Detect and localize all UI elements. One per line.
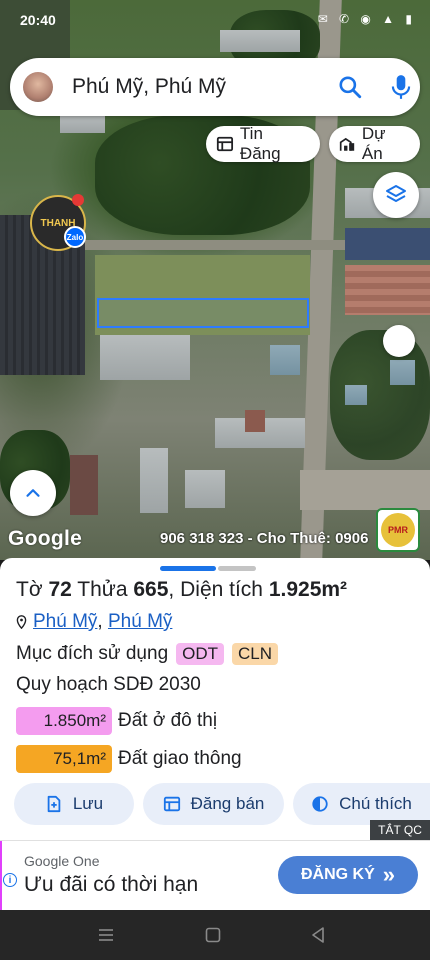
post-sale-button[interactable]: Đăng bán [143, 783, 284, 825]
system-nav-bar [0, 910, 430, 960]
expand-sheet-button[interactable] [10, 470, 56, 516]
back-icon[interactable] [308, 925, 328, 945]
microphone-icon[interactable] [388, 73, 414, 101]
purpose-tag-cln: CLN [232, 643, 279, 665]
projects-chip[interactable]: Dự Án [329, 124, 420, 163]
zone-row: 75,1m² Đất giao thông [16, 745, 242, 773]
zone-name: Đất giao thông [118, 748, 242, 769]
map-building [100, 335, 190, 380]
double-chevron-icon: » [382, 862, 396, 887]
land-use-purpose: Mục đích sử dụng ODT CLN [16, 643, 279, 665]
zone-name: Đất ở đô thị [118, 710, 218, 731]
location-pin-icon [16, 615, 27, 629]
listings-chip-label: Tin Đăng [239, 124, 281, 163]
ad-headline: Ưu đãi có thời hạn [24, 873, 199, 896]
sheet-handle[interactable] [218, 566, 256, 571]
projects-chip-label: Dự Án [361, 124, 386, 163]
ward-link[interactable]: Phú Mỹ [33, 611, 97, 632]
menu-icon[interactable] [96, 925, 116, 945]
parcel-title: Tờ 72 Thửa 665, Diện tích 1.925m² [16, 578, 348, 601]
building-icon [339, 137, 355, 151]
map-building [60, 115, 105, 133]
planning-title: Quy hoạch SDĐ 2030 [16, 674, 201, 695]
parcel-outline[interactable] [97, 298, 309, 328]
status-icons: ✉ ✆ ◉ ▲ ▮ [317, 12, 416, 26]
layers-button[interactable] [373, 172, 419, 218]
map-building [70, 455, 98, 515]
contrast-icon [312, 796, 328, 812]
map-building [270, 345, 300, 375]
zalo-icon[interactable]: Zalo [64, 226, 86, 248]
chevron-up-icon [26, 489, 40, 497]
listings-chip[interactable]: Tin Đăng [206, 124, 320, 163]
ad-signup-button[interactable]: ĐĂNG KÝ » [278, 856, 418, 894]
map-road [300, 470, 430, 510]
avatar[interactable] [23, 72, 53, 102]
map-building [345, 228, 430, 260]
listing-icon [216, 136, 234, 152]
zone-area: 75,1m² [16, 745, 112, 773]
save-file-icon [47, 795, 61, 813]
purpose-tag-odt: ODT [176, 643, 225, 665]
map-building [220, 30, 300, 52]
zone-row: 1.850m² Đất ở đô thị [16, 707, 217, 735]
map-scroll-handle[interactable] [383, 325, 415, 357]
google-attribution: Google [8, 527, 83, 550]
district-link[interactable]: Phú Mỹ [108, 611, 172, 632]
ad-banner[interactable]: i Google One Ưu đãi có thời hạn ĐĂNG KÝ … [0, 840, 430, 911]
legend-button[interactable]: Chú thích [293, 783, 430, 825]
map-building [390, 360, 415, 385]
map-building [185, 470, 225, 508]
map-building [345, 385, 367, 405]
map-building [245, 410, 265, 432]
search-bar[interactable]: Phú Mỹ, Phú Mỹ [10, 58, 420, 116]
ad-sponsor: Google One [24, 853, 100, 869]
app-screen: THANH Zalo Google 906 318 323 - Cho Thuê… [0, 0, 430, 960]
purpose-label: Mục đích sử dụng [16, 643, 169, 664]
ad-accent [0, 841, 2, 911]
status-time: 20:40 [20, 12, 56, 28]
zone-area: 1.850m² [16, 707, 112, 735]
ad-info-icon[interactable]: i [3, 873, 17, 887]
search-query[interactable]: Phú Mỹ, Phú Mỹ [72, 75, 226, 99]
listing-icon [163, 796, 180, 812]
status-bar: 20:40 ✉ ✆ ◉ ▲ ▮ [0, 8, 430, 32]
parcel-location: Phú Mỹ, Phú Mỹ [16, 611, 172, 633]
map-building [345, 265, 430, 315]
save-button[interactable]: Lưu [14, 783, 134, 825]
layers-icon [386, 185, 406, 202]
sheet-handle-active[interactable] [160, 566, 216, 571]
map-building [140, 448, 168, 513]
pmr-logo[interactable]: PMR [376, 508, 420, 552]
search-icon[interactable] [337, 74, 363, 100]
hide-ads-button[interactable]: TẮT QC [370, 820, 430, 840]
notification-dot [72, 194, 84, 206]
map-watermark: 906 318 323 - Cho Thuê: 0906 [160, 530, 369, 547]
home-icon[interactable] [203, 925, 223, 945]
